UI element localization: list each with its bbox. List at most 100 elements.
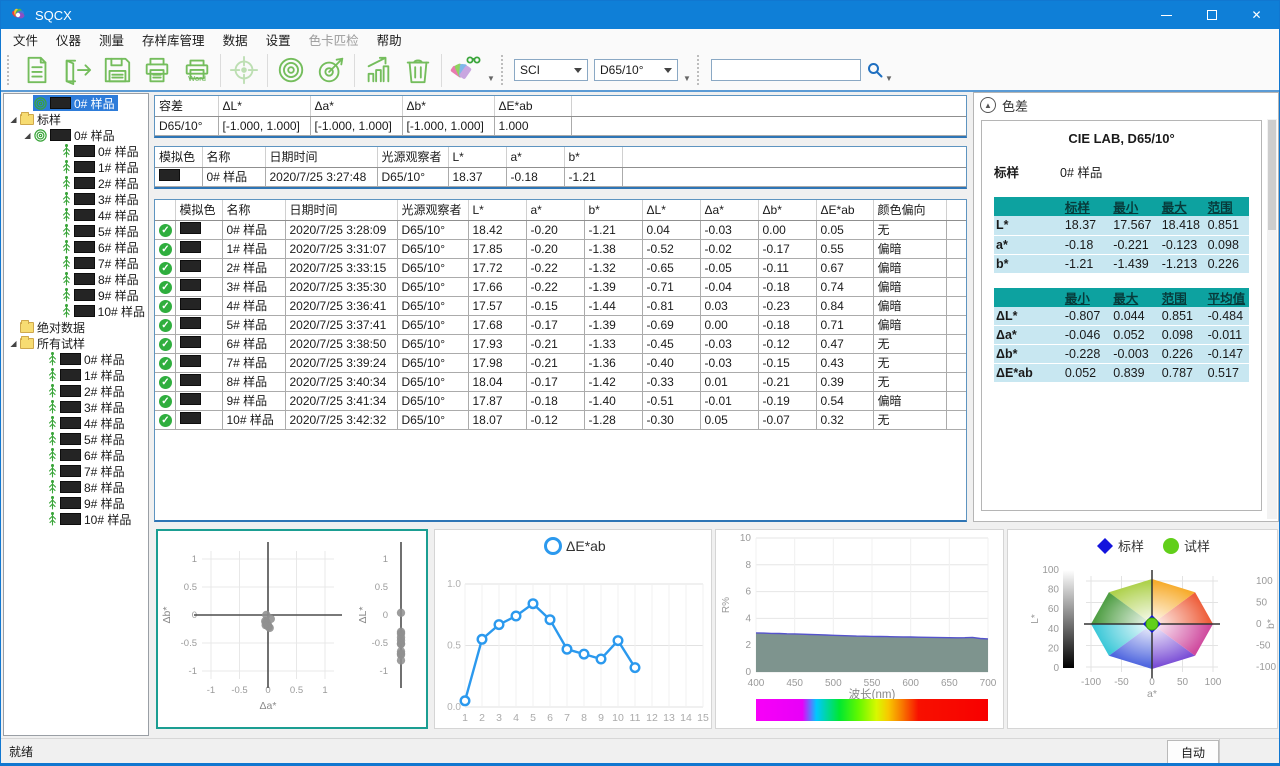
tree-item[interactable]: 7# 样品 [4,463,148,479]
column-header[interactable] [622,147,966,167]
close-button[interactable]: ✕ [1234,1,1279,29]
toolbar-grip[interactable] [7,55,14,85]
menu-item[interactable]: 测量 [90,28,133,51]
color-card-match-button[interactable] [445,51,485,89]
tree-item[interactable]: 5# 样品 [4,223,148,239]
maximize-button[interactable] [1189,1,1234,29]
tree-item[interactable]: 1# 样品 [4,159,148,175]
statistics-button[interactable] [358,51,398,89]
table-row[interactable]: ✓9# 样品2020/7/25 3:41:34D65/10°17.87-0.18… [155,391,966,410]
collapse-panel-icon[interactable]: ▲ [980,97,996,113]
tree-item[interactable]: 6# 样品 [4,447,148,463]
column-header[interactable]: ΔL* [218,96,310,116]
toolbar-overflow-button[interactable]: ▼ [883,55,895,85]
tree-item[interactable]: 绝对数据 [4,319,148,335]
measure-standard-button[interactable] [271,51,311,89]
column-header[interactable]: ΔE*ab [494,96,571,116]
search-input[interactable] [711,59,861,81]
column-header[interactable]: 颜色偏向 [873,200,946,220]
column-header[interactable]: 模拟色 [175,200,222,220]
menu-item[interactable]: 色卡匹检 [300,28,368,51]
tree-item[interactable]: 3# 样品 [4,399,148,415]
tree-item[interactable]: 0# 样品 [4,143,148,159]
table-row[interactable]: ✓0# 样品2020/7/25 3:28:09D65/10°18.42-0.20… [155,220,966,239]
search-icon[interactable] [867,62,883,78]
table-row[interactable]: ✓4# 样品2020/7/25 3:36:41D65/10°17.57-0.15… [155,296,966,315]
tree-item[interactable]: 2# 样品 [4,383,148,399]
column-header[interactable]: 模拟色 [155,147,202,167]
toolbar-grip[interactable] [697,55,704,85]
column-header[interactable]: ΔE*ab [816,200,873,220]
delete-button[interactable] [398,51,438,89]
tree-item[interactable]: 4# 样品 [4,415,148,431]
save-button[interactable] [97,51,137,89]
illuminant-dropdown[interactable]: D65/10° [594,59,678,81]
column-header[interactable]: 光源观察者 [397,200,468,220]
tree-item[interactable]: 9# 样品 [4,495,148,511]
toolbar-grip[interactable] [501,55,508,85]
auto-mode-button[interactable]: 自动 [1167,740,1219,765]
table-row[interactable]: ✓2# 样品2020/7/25 3:33:15D65/10°17.72-0.22… [155,258,966,277]
tree-item[interactable]: 8# 样品 [4,479,148,495]
menu-item[interactable]: 帮助 [368,28,411,51]
column-header[interactable]: L* [448,147,506,167]
menu-item[interactable]: 仪器 [47,28,90,51]
menu-item[interactable]: 数据 [214,28,257,51]
print-button[interactable] [137,51,177,89]
column-header[interactable]: 容差 [155,96,218,116]
column-header[interactable]: a* [506,147,564,167]
print-word-button[interactable]: Word [177,51,217,89]
tree-expander-icon[interactable]: ◢ [8,339,19,348]
column-header[interactable]: Δb* [402,96,494,116]
tree-item[interactable]: 7# 样品 [4,255,148,271]
column-header[interactable]: Δa* [700,200,758,220]
column-header[interactable]: L* [468,200,526,220]
column-header[interactable]: a* [526,200,584,220]
table-row[interactable]: ✓6# 样品2020/7/25 3:38:50D65/10°17.93-0.21… [155,334,966,353]
tree-item[interactable]: ◢0# 样品 [4,127,148,143]
sci-sce-dropdown[interactable]: SCI [514,59,588,81]
column-header[interactable]: b* [564,147,622,167]
column-header[interactable]: 日期时间 [265,147,377,167]
tree-item[interactable]: ◢所有试样 [4,335,148,351]
column-header[interactable] [155,200,175,220]
minimize-button[interactable] [1144,1,1189,29]
tree-item[interactable]: 10# 样品 [4,511,148,527]
tree-item[interactable]: 1# 样品 [4,367,148,383]
column-header[interactable] [946,200,966,220]
table-row[interactable]: ✓10# 样品2020/7/25 3:42:32D65/10°18.07-0.1… [155,410,966,429]
diff-panel-scrollbar[interactable] [1267,119,1277,519]
table-row[interactable]: D65/10°[-1.000, 1.000][-1.000, 1.000][-1… [155,116,966,135]
tree-expander-icon[interactable]: ◢ [22,131,33,140]
tree-item[interactable]: 3# 样品 [4,191,148,207]
reflectance-spectrum-chart[interactable]: 0246810400450500550600650700R%波长(nm) [715,529,1004,729]
delta-e-trend-chart[interactable]: 0.00.51.0123456789101112131415ΔE*ab [434,529,712,729]
tree-item[interactable]: 4# 样品 [4,207,148,223]
column-header[interactable]: 光源观察者 [377,147,448,167]
measure-sample-button[interactable] [311,51,351,89]
tree-item[interactable]: 10# 样品 [4,303,148,319]
new-document-button[interactable] [17,51,57,89]
column-header[interactable]: 名称 [202,147,265,167]
table-row[interactable]: ✓5# 样品2020/7/25 3:37:41D65/10°17.68-0.17… [155,315,966,334]
menu-item[interactable]: 设置 [257,28,300,51]
tree-expander-icon[interactable]: ◢ [8,115,19,124]
column-header[interactable]: Δa* [310,96,402,116]
tree-item[interactable]: 0# 样品 [4,95,148,111]
menu-item[interactable]: 存样库管理 [133,28,214,51]
column-header[interactable]: ΔL* [642,200,700,220]
lab-gamut-chart[interactable]: -100-50050100100500-50-100100806040200L*… [1007,529,1278,729]
table-row[interactable]: ✓7# 样品2020/7/25 3:39:24D65/10°17.98-0.21… [155,353,966,372]
table-row[interactable]: ✓3# 样品2020/7/25 3:35:30D65/10°17.66-0.22… [155,277,966,296]
column-header[interactable]: b* [584,200,642,220]
tree-item[interactable]: 2# 样品 [4,175,148,191]
column-header[interactable]: 日期时间 [285,200,397,220]
tree-item[interactable]: ◢标样 [4,111,148,127]
toolbar-overflow-button[interactable]: ▼ [485,55,497,85]
column-header[interactable] [571,96,966,116]
tree-item[interactable]: 8# 样品 [4,271,148,287]
table-row[interactable]: ✓8# 样品2020/7/25 3:40:34D65/10°18.04-0.17… [155,372,966,391]
tree-item[interactable]: 0# 样品 [4,351,148,367]
tree-item[interactable]: 9# 样品 [4,287,148,303]
tree-item[interactable]: 5# 样品 [4,431,148,447]
